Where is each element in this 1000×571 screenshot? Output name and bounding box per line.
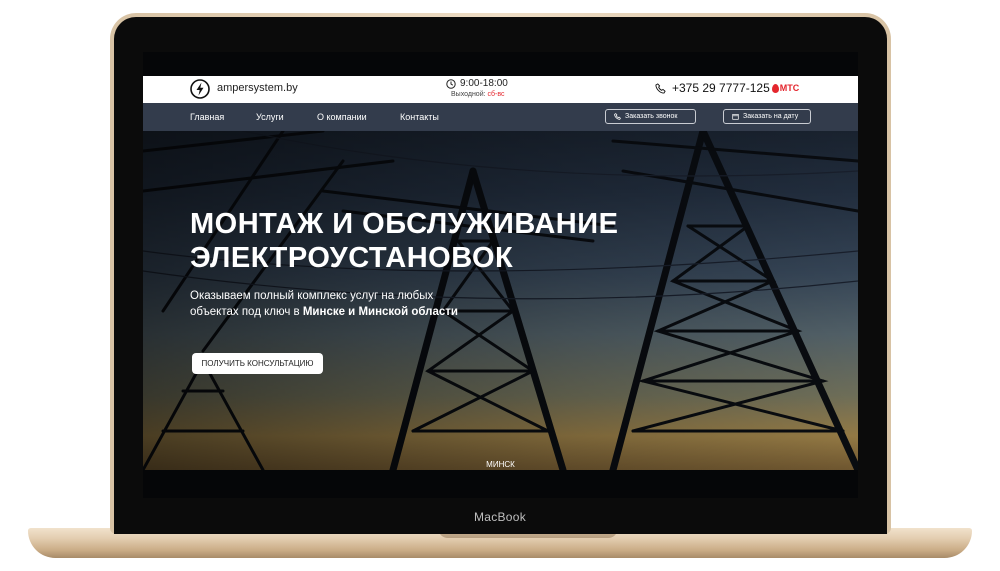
get-consultation-button[interactable]: ПОЛУЧИТЬ КОНСУЛЬТАЦИЮ: [192, 353, 323, 374]
website-screen: ampersystem.by 9:00-18:00 Выходной: сб-в…: [143, 52, 858, 498]
days-off: Выходной: сб-вс: [451, 91, 505, 98]
hero-subtitle-region: Минске и Минской области: [302, 306, 458, 318]
hours-text: 9:00-18:00: [460, 78, 508, 89]
phone-icon: [655, 82, 666, 94]
hero-section: МОНТАЖ И ОБСЛУЖИВАНИЕ ЭЛЕКТРОУСТАНОВОК О…: [143, 131, 858, 470]
hero-title-line-1: МОНТАЖ И ОБСЛУЖИВАНИЕ: [190, 208, 619, 240]
operator-name: МТС: [779, 83, 800, 93]
days-off-value: сб-вс: [487, 91, 505, 98]
phone-number[interactable]: +375 29 7777-125: [672, 81, 770, 95]
hero-subtitle-line-1: Оказываем полный комплекс услуг на любых: [190, 290, 434, 302]
order-date-button[interactable]: Заказать на дату: [723, 109, 811, 124]
phone-icon: [614, 113, 621, 120]
hero-subtitle: Оказываем полный комплекс услуг на любых…: [190, 288, 458, 320]
hero-subtitle-line-2: объектах под ключ в Минске и Минской обл…: [190, 304, 458, 320]
nav-item-home[interactable]: Главная: [190, 112, 224, 122]
calendar-icon: [732, 114, 739, 120]
nav-item-about[interactable]: О компании: [317, 112, 367, 122]
working-hours: 9:00-18:00: [446, 78, 508, 89]
brand-name[interactable]: ampersystem.by: [217, 82, 298, 94]
nav-item-contacts[interactable]: Контакты: [400, 112, 439, 122]
order-call-label: Заказать звонок: [625, 113, 678, 120]
hero-subtitle-prefix: объектах под ключ в: [190, 306, 300, 318]
mts-egg-icon: [771, 83, 779, 93]
phone-contact[interactable]: +375 29 7777-125 МТС: [655, 81, 799, 95]
header-bar: ampersystem.by 9:00-18:00 Выходной: сб-в…: [143, 76, 858, 103]
main-navigation: Главная Услуги О компании Контакты Заказ…: [143, 103, 858, 131]
hero-title-line-2: ЭЛЕКТРОУСТАНОВОК: [190, 242, 514, 274]
city-label: МИНСК: [486, 460, 515, 469]
nav-item-services[interactable]: Услуги: [256, 112, 284, 122]
lightning-bolt-icon[interactable]: [190, 79, 210, 99]
order-call-button[interactable]: Заказать звонок: [605, 109, 696, 124]
order-date-label: Заказать на дату: [743, 113, 799, 120]
device-label: MacBook: [473, 510, 527, 524]
operator-logo: МТС: [771, 83, 800, 93]
clock-icon: [446, 78, 456, 89]
hero-title: МОНТАЖ И ОБСЛУЖИВАНИЕ ЭЛЕКТРОУСТАНОВОК: [190, 207, 618, 275]
days-off-label: Выходной:: [451, 91, 486, 98]
